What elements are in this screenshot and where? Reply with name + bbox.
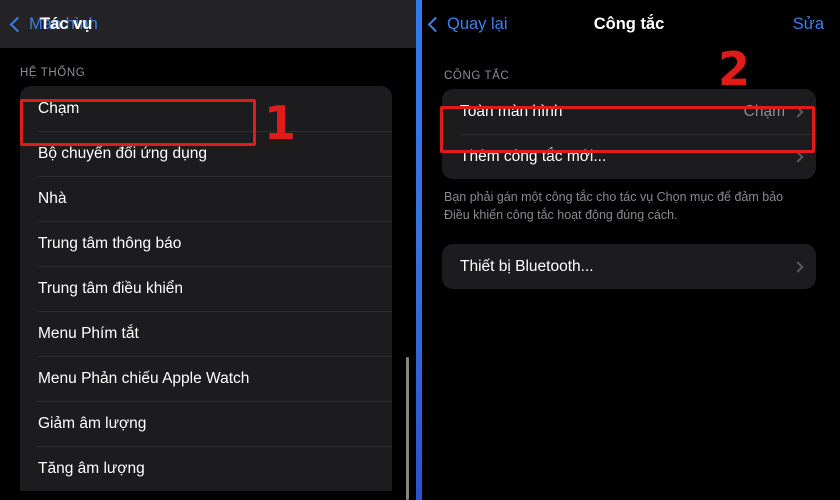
list-item-label: Menu Phím tắt bbox=[38, 324, 139, 342]
edit-button[interactable]: Sửa bbox=[793, 15, 824, 34]
list-item-label: Bộ chuyển đổi ứng dụng bbox=[38, 144, 207, 162]
left-navbar: Màn hình Tác vụ bbox=[0, 0, 418, 48]
list-item-label: Trung tâm điều khiển bbox=[38, 279, 184, 297]
list-item-label: Tăng âm lượng bbox=[38, 459, 145, 477]
list-item-label: Chạm bbox=[38, 99, 80, 117]
right-phone-screen: Quay lại Công tắc Sửa CÔNG TẮC Toàn màn … bbox=[418, 0, 840, 500]
system-actions-card: Chạm Bộ chuyển đổi ứng dụng Nhà Trung tâ… bbox=[20, 86, 392, 491]
switches-footnote: Bạn phải gán một công tắc cho tác vụ Chọ… bbox=[444, 190, 784, 223]
chevron-right-icon bbox=[792, 150, 804, 163]
list-item-value: Chạm bbox=[743, 102, 785, 120]
list-item-volume-down[interactable]: Giảm âm lượng bbox=[20, 401, 392, 446]
list-item-label: Giảm âm lượng bbox=[38, 414, 147, 432]
list-item-notification-center[interactable]: Trung tâm thông báo bbox=[20, 221, 392, 266]
list-item-them-cong-tac-moi[interactable]: Thêm công tắc mới... bbox=[442, 134, 816, 179]
back-button-man-hinh[interactable]: Màn hình bbox=[9, 14, 98, 34]
list-item-label: Menu Phản chiếu Apple Watch bbox=[38, 369, 250, 387]
right-section-header: CÔNG TẮC bbox=[444, 70, 510, 82]
list-item-app-switcher[interactable]: Bộ chuyển đổi ứng dụng bbox=[20, 131, 392, 176]
back-button-label: Màn hình bbox=[29, 14, 98, 33]
list-item-toan-man-hinh[interactable]: Toàn màn hình Chạm bbox=[442, 89, 816, 134]
chevron-right-icon bbox=[792, 261, 804, 273]
panel-divider bbox=[416, 0, 422, 500]
back-button-label: Quay lại bbox=[447, 14, 508, 33]
list-item-label: Thêm công tắc mới... bbox=[460, 147, 607, 165]
right-navbar: Quay lại Công tắc Sửa bbox=[418, 0, 840, 48]
left-section-header: HỆ THỐNG bbox=[20, 67, 86, 79]
list-item-cham[interactable]: Chạm bbox=[20, 86, 392, 131]
right-content: CÔNG TẮC Toàn màn hình Chạm Thêm công tắ… bbox=[418, 48, 840, 500]
list-item-apple-watch-mirroring-menu[interactable]: Menu Phản chiếu Apple Watch bbox=[20, 356, 392, 401]
chevron-right-icon bbox=[792, 105, 804, 118]
left-scrollbar[interactable] bbox=[406, 357, 409, 500]
list-item-label: Trung tâm thông báo bbox=[38, 234, 182, 252]
back-button-quay-lai[interactable]: Quay lại bbox=[427, 14, 508, 34]
list-item-label: Thiết bị Bluetooth... bbox=[460, 257, 594, 275]
list-item-label: Nhà bbox=[38, 189, 67, 207]
left-content: HỆ THỐNG Chạm Bộ chuyển đổi ứng dụng Nhà… bbox=[0, 48, 418, 500]
list-item-shortcut-menu[interactable]: Menu Phím tắt bbox=[20, 311, 392, 356]
dual-screenshot-comparison: Màn hình Tác vụ HỆ THỐNG Chạm Bộ chuyển … bbox=[0, 0, 840, 500]
bluetooth-card: Thiết bị Bluetooth... bbox=[442, 244, 816, 290]
chevron-left-icon bbox=[427, 16, 444, 32]
left-phone-screen: Màn hình Tác vụ HỆ THỐNG Chạm Bộ chuyển … bbox=[0, 0, 418, 500]
list-item-control-center[interactable]: Trung tâm điều khiển bbox=[20, 266, 392, 311]
switches-card: Toàn màn hình Chạm Thêm công tắc mới... bbox=[442, 89, 816, 179]
list-item-volume-up[interactable]: Tăng âm lượng bbox=[20, 446, 392, 491]
list-item-thiet-bi-bluetooth[interactable]: Thiết bị Bluetooth... bbox=[442, 244, 816, 289]
list-item-home[interactable]: Nhà bbox=[20, 176, 392, 221]
list-item-label: Toàn màn hình bbox=[460, 102, 563, 120]
chevron-left-icon bbox=[9, 16, 26, 32]
